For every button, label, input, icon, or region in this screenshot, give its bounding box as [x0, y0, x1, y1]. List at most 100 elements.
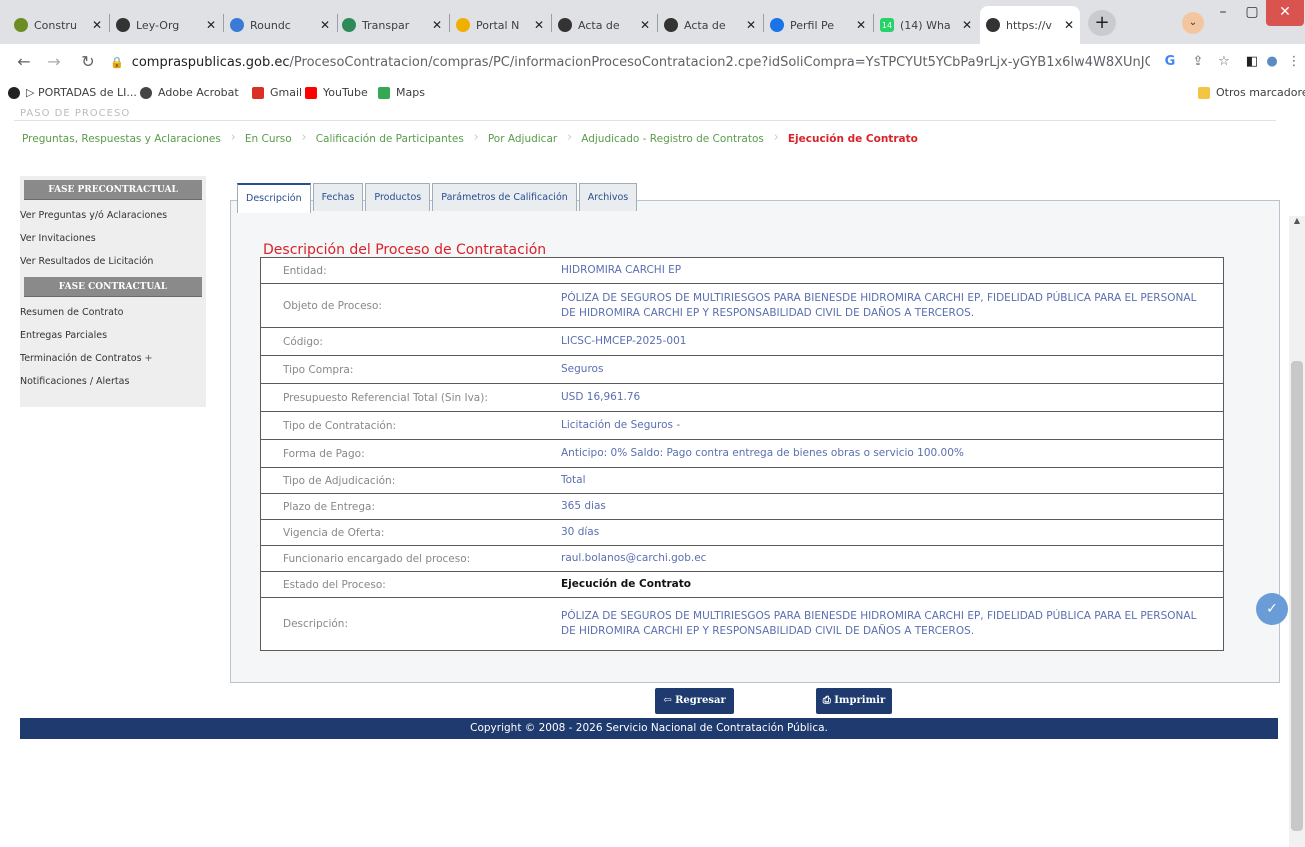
tab-favicon-icon: [456, 18, 470, 32]
browser-tab[interactable]: 14 (14) Wha ✕: [874, 6, 978, 44]
tab-productos[interactable]: Productos: [365, 183, 431, 211]
row-label: Estado del Proceso:: [283, 578, 386, 591]
row-value: raul.bolanos@carchi.gob.ec: [561, 552, 707, 564]
browser-tab[interactable]: Perfil Pe ✕: [764, 6, 872, 44]
step-por-adjudicar[interactable]: Por Adjudicar: [488, 130, 573, 145]
table-row: Objeto de Proceso: PÓLIZA DE SEGUROS DE M…: [261, 284, 1223, 328]
regresar-button[interactable]: ⇦ Regresar: [655, 688, 734, 714]
sidebar-header-contractual: FASE CONTRACTUAL: [24, 277, 202, 297]
sidebar-item-preguntas[interactable]: Ver Preguntas y/ó Aclaraciones: [20, 204, 206, 227]
tab-archivos[interactable]: Archivos: [578, 183, 638, 211]
browser-tab[interactable]: Constru ✕: [8, 6, 108, 44]
table-row: Código: LICSC-HMCEP-2025-001: [261, 328, 1223, 356]
row-value: Anticipo: 0% Saldo: Pago contra entrega …: [561, 447, 964, 459]
detail-tabs: Descripción Fechas Productos Parámetros …: [237, 183, 639, 213]
row-label: Presupuesto Referencial Total (Sin Iva):: [283, 391, 488, 404]
tab-close-icon[interactable]: ✕: [316, 18, 330, 32]
tab-close-icon[interactable]: ✕: [202, 18, 216, 32]
table-row: Tipo Compra: Seguros: [261, 356, 1223, 384]
browser-tab[interactable]: Transpar ✕: [336, 6, 448, 44]
forward-arrow-icon[interactable]: →: [42, 50, 66, 74]
browser-tab[interactable]: Portal N ✕: [450, 6, 550, 44]
tab-descripcion[interactable]: Descripción: [237, 183, 311, 213]
tab-close-icon[interactable]: ✕: [958, 18, 972, 32]
tab-label: Roundc: [250, 18, 291, 32]
sidebar-item-entregas[interactable]: Entregas Parciales: [20, 324, 206, 347]
sidebar-item-resumen[interactable]: Resumen de Contrato: [20, 301, 206, 324]
step-preguntas[interactable]: Preguntas, Respuestas y Aclaraciones: [22, 130, 236, 145]
tab-close-icon[interactable]: ✕: [636, 18, 650, 32]
row-value: Licitación de Seguros -: [561, 419, 681, 431]
tab-label: Ley-Org: [136, 18, 180, 32]
bookmark-maps[interactable]: Maps: [378, 86, 425, 99]
table-row: Forma de Pago: Anticipo: 0% Saldo: Pago c…: [261, 440, 1223, 468]
row-label: Vigencia de Oferta:: [283, 526, 385, 539]
scrollbar[interactable]: ▲: [1289, 216, 1305, 847]
folder-icon: [1198, 86, 1210, 99]
row-label: Tipo de Adjudicación:: [283, 474, 396, 487]
tab-search-button[interactable]: ⌄: [1182, 12, 1204, 34]
row-value: Ejecución de Contrato: [561, 578, 691, 590]
row-label: Plazo de Entrega:: [283, 500, 376, 513]
tab-close-icon[interactable]: ✕: [1060, 18, 1074, 32]
row-label: Entidad:: [283, 264, 327, 277]
tab-close-icon[interactable]: ✕: [428, 18, 442, 32]
minimize-button[interactable]: –: [1208, 0, 1238, 26]
tab-parametros[interactable]: Parámetros de Calificación: [432, 183, 577, 211]
bookmark-star-icon[interactable]: ☆: [1214, 52, 1234, 72]
reload-icon[interactable]: ↻: [76, 50, 100, 74]
tab-close-icon[interactable]: ✕: [88, 18, 102, 32]
help-widget-icon[interactable]: ✓: [1256, 593, 1288, 625]
share-icon[interactable]: ⇪: [1188, 52, 1208, 72]
tab-close-icon[interactable]: ✕: [852, 18, 866, 32]
other-bookmarks[interactable]: Otros marcadores: [1198, 86, 1305, 99]
profile-avatar-icon[interactable]: ●: [1262, 52, 1282, 72]
bookmark-portadas[interactable]: ▷ PORTADAS de LI...: [8, 86, 137, 99]
tab-strip: + ⌄ – ▢ ✕ Constru ✕ Ley-Org ✕ Roundc ✕ Transpa…: [0, 0, 1305, 44]
side-panel-icon[interactable]: ◧: [1242, 52, 1262, 72]
sidebar-item-invitaciones[interactable]: Ver Invitaciones: [20, 227, 206, 250]
browser-tab[interactable]: Acta de ✕: [552, 6, 656, 44]
tab-close-icon[interactable]: ✕: [742, 18, 756, 32]
browser-tab[interactable]: https://v ✕: [980, 6, 1080, 44]
tab-label: https://v: [1006, 18, 1052, 32]
sidebar-item-terminacion[interactable]: Terminación de Contratos: [20, 347, 206, 370]
row-label: Funcionario encargado del proceso:: [283, 552, 471, 565]
browser-tab[interactable]: Ley-Org ✕: [110, 6, 222, 44]
table-row: Funcionario encargado del proceso: raul.b…: [261, 546, 1223, 572]
close-window-button[interactable]: ✕: [1266, 0, 1304, 26]
step-calificacion[interactable]: Calificación de Participantes: [316, 130, 479, 145]
address-bar[interactable]: 🔒 compraspublicas.gob.ec/ProcesoContratac…: [110, 50, 1150, 76]
bookmark-adobe-acrobat[interactable]: Adobe Acrobat: [140, 86, 239, 99]
sidebar-item-notificaciones[interactable]: Notificaciones / Alertas: [20, 370, 206, 393]
tab-fechas[interactable]: Fechas: [312, 183, 364, 211]
step-en-curso[interactable]: En Curso: [245, 130, 307, 145]
section-title: Descripción del Proceso de Contratación: [263, 242, 547, 258]
back-arrow-icon[interactable]: ←: [12, 50, 36, 74]
table-row: Tipo de Contratación: Licitación de Segur…: [261, 412, 1223, 440]
more-menu-icon[interactable]: ⋮: [1284, 52, 1304, 72]
adobe-icon: [140, 86, 152, 99]
tab-favicon-icon: [986, 18, 1000, 32]
step-ejecucion[interactable]: Ejecución de Contrato: [788, 133, 918, 145]
step-adjudicado[interactable]: Adjudicado - Registro de Contratos: [581, 130, 778, 145]
browser-chrome: + ⌄ – ▢ ✕ Constru ✕ Ley-Org ✕ Roundc ✕ Transpa…: [0, 0, 1305, 108]
scroll-up-icon[interactable]: ▲: [1289, 216, 1305, 230]
scrollbar-thumb[interactable]: [1291, 361, 1303, 831]
google-icon[interactable]: G: [1160, 52, 1180, 72]
browser-tab[interactable]: Acta de ✕: [658, 6, 762, 44]
browser-tab[interactable]: Roundc ✕: [224, 6, 336, 44]
new-tab-button[interactable]: +: [1088, 10, 1116, 36]
bookmark-youtube[interactable]: YouTube: [305, 86, 368, 99]
bookmark-gmail[interactable]: Gmail: [252, 86, 302, 99]
tab-label: Constru: [34, 18, 77, 32]
row-value: PÓLIZA DE SEGUROS DE MULTIRIESGOS PARA B…: [561, 291, 1197, 319]
sidebar-item-resultados[interactable]: Ver Resultados de Licitación: [20, 250, 206, 273]
tab-close-icon[interactable]: ✕: [530, 18, 544, 32]
maximize-button[interactable]: ▢: [1238, 0, 1266, 26]
row-value: Seguros: [561, 363, 604, 375]
process-steps: Preguntas, Respuestas y Aclaraciones En …: [22, 130, 942, 145]
table-row: Entidad: HIDROMIRA CARCHI EP: [261, 258, 1223, 284]
imprimir-button[interactable]: ⎙ Imprimir: [816, 688, 892, 714]
row-label: Tipo Compra:: [283, 363, 354, 376]
